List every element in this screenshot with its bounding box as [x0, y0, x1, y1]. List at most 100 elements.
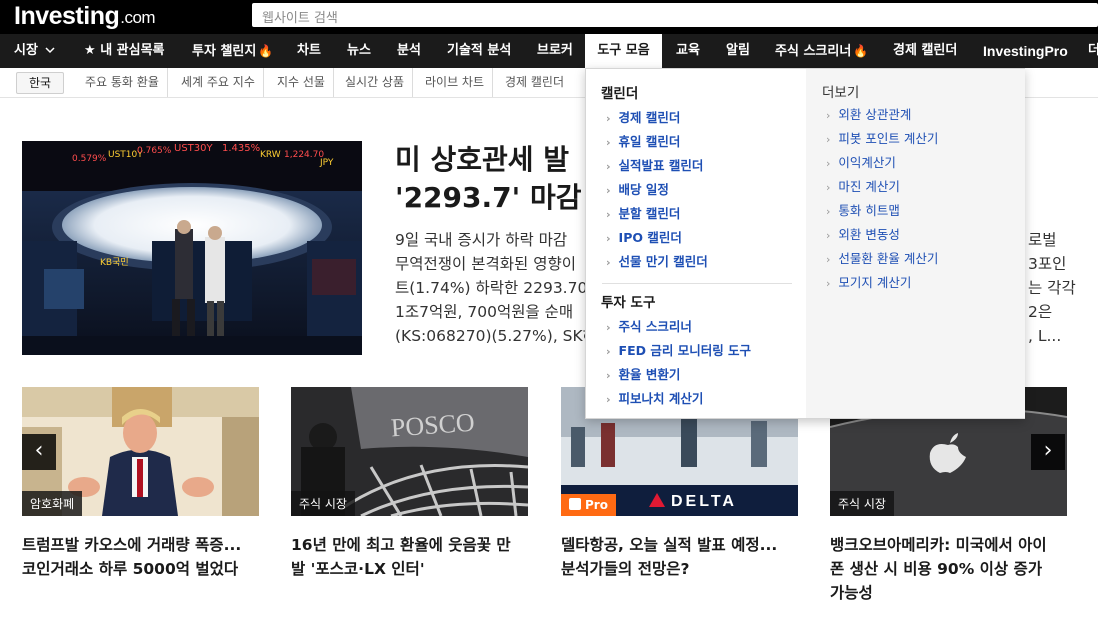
more-link[interactable]: › 외환 변동성	[826, 224, 900, 243]
carousel-prev-button[interactable]: ‹	[22, 434, 56, 470]
subnav-item[interactable]: 경제 캘린더	[497, 68, 572, 97]
card-image[interactable]: POSCO 주식 시장	[291, 387, 528, 516]
chevron-right-icon: ›	[826, 253, 831, 266]
nav-analysis[interactable]: 분석	[397, 34, 421, 68]
chevron-right-icon: ›	[606, 345, 611, 358]
nav-alerts[interactable]: 알림	[726, 34, 750, 68]
chevron-right-icon: ›	[826, 133, 831, 146]
logo-suffix: .com	[120, 8, 156, 27]
more-link-label: 모기지 계산기	[838, 275, 912, 290]
chevron-right-icon: ›	[606, 321, 611, 334]
calendar-link-label: 실적발표 캘린더	[618, 158, 704, 173]
more-link[interactable]: › 선물환 환율 계산기	[826, 248, 938, 267]
more-link-label: 이익계산기	[838, 155, 896, 170]
ticker-text: 1.435%	[222, 143, 260, 154]
card-category-tag[interactable]: 암호화폐	[22, 491, 83, 516]
search-input[interactable]: 웹사이트 검색	[252, 3, 1098, 27]
nav-technical[interactable]: 기술적 분석	[447, 34, 511, 68]
carousel-next-button[interactable]: ›	[1031, 434, 1065, 470]
more-link[interactable]: › 외환 상관관계	[826, 104, 911, 123]
site-logo[interactable]: Investing .com	[14, 0, 156, 32]
ticker-text: 0.579%	[72, 154, 107, 164]
calendar-link[interactable]: › IPO 캘린더	[606, 227, 682, 246]
more-heading: 더보기	[822, 85, 860, 101]
chevron-right-icon: ›	[826, 181, 831, 194]
nav-education[interactable]: 교육	[676, 34, 700, 68]
more-link[interactable]: › 피봇 포인트 계산기	[826, 128, 938, 147]
card-headline-line: 발 '포스코·LX 인터'	[291, 560, 425, 578]
nav-investingpro-label: InvestingPro	[983, 43, 1068, 59]
chevron-right-icon: ›	[606, 393, 611, 406]
pro-badge[interactable]: Pro	[561, 494, 616, 516]
flame-icon: 🔥	[853, 44, 869, 58]
main-nav: 시장 ★ 내 관심목록 투자 챌린지 🔥 차트 뉴스 분석 기술적 분석 브로커 …	[0, 34, 1098, 68]
more-link-label: 피봇 포인트 계산기	[838, 131, 939, 146]
card-headline-line: 16년 만에 최고 환율에 웃음꽃 만	[291, 536, 511, 554]
tool-link[interactable]: › FED 금리 모니터링 도구	[606, 340, 751, 359]
calendar-link[interactable]: › 실적발표 캘린더	[606, 155, 703, 174]
card-category-tag[interactable]: 주식 시장	[291, 491, 355, 516]
hero-summary-fragment: 3포인	[1028, 255, 1067, 273]
nav-watchlist[interactable]: ★ 내 관심목록	[84, 34, 165, 68]
chevron-right-icon: ›	[606, 256, 611, 269]
subnav-item[interactable]: 라이브 차트	[417, 68, 494, 97]
nav-charts[interactable]: 차트	[297, 34, 321, 68]
nav-screener[interactable]: 주식 스크리너 🔥	[775, 34, 868, 68]
more-link[interactable]: › 이익계산기	[826, 152, 896, 171]
subnav-item[interactable]: 세계 주요 지수	[173, 68, 264, 97]
nav-economic-calendar[interactable]: 경제 캘린더	[893, 34, 957, 68]
subnav-item[interactable]: 지수 선물	[269, 68, 334, 97]
subnav-item[interactable]: 실시간 상품	[337, 68, 414, 97]
hero-image[interactable]: 0.579% UST10Y 0.765% UST30Y 1.435% KRW 1…	[22, 141, 362, 355]
calendar-link[interactable]: › 경제 캘린더	[606, 107, 680, 126]
calendar-link[interactable]: › 선물 만기 캘린더	[606, 251, 708, 270]
top-bar: Investing .com 웹사이트 검색	[0, 0, 1098, 34]
more-link[interactable]: › 모기지 계산기	[826, 272, 911, 291]
tool-link[interactable]: › 피보나치 계산기	[606, 388, 703, 407]
star-icon: ★	[84, 43, 96, 58]
card-category-tag[interactable]: 주식 시장	[830, 491, 894, 516]
nav-markets-label: 시장	[14, 43, 38, 58]
chevron-right-icon: ›	[606, 369, 611, 382]
card-headline[interactable]: 뱅크오브아메리카: 미국에서 아이 폰 생산 시 비용 90% 이상 증가 가능…	[830, 533, 1075, 605]
card-image[interactable]: 암호화폐	[22, 387, 259, 516]
card-headline[interactable]: 16년 만에 최고 환율에 웃음꽃 만 발 '포스코·LX 인터'	[291, 533, 541, 581]
tools-dropdown-menu: 캘린더 › 경제 캘린더 › 휴일 캘린더 › 실적발표 캘린더 › 배당 일정 › 분할…	[585, 68, 1025, 419]
tool-link-label: 피보나치 계산기	[618, 391, 704, 406]
chevron-right-icon: ›	[606, 184, 611, 197]
calendar-link[interactable]: › 배당 일정	[606, 179, 669, 198]
region-selector[interactable]: 한국	[16, 72, 65, 94]
tool-link[interactable]: › 주식 스크리너	[606, 316, 692, 335]
nav-challenge[interactable]: 투자 챌린지 🔥	[192, 34, 273, 68]
hero-summary-right: 로벌 3포인 는 각각 2은 , L...	[1028, 228, 1076, 348]
chevron-right-icon: ›	[606, 232, 611, 245]
ticker-text: KRW	[260, 150, 281, 160]
nav-more[interactable]: 더	[1088, 34, 1098, 68]
dropdown-divider	[602, 283, 792, 284]
nav-brokers[interactable]: 브로커	[537, 34, 573, 68]
more-link[interactable]: › 통화 히트맵	[826, 200, 900, 219]
kb-logo-text: KB국민	[100, 257, 129, 268]
ticker-text: 0.765%	[137, 146, 172, 156]
nav-watchlist-label: 내 관심목록	[100, 43, 165, 58]
nav-tools[interactable]: 도구 모음	[585, 34, 662, 68]
nav-investingpro[interactable]: InvestingPro	[983, 34, 1068, 68]
subnav-item[interactable]: 주요 통화 환율	[77, 68, 168, 97]
calendar-link-label: 경제 캘린더	[618, 110, 681, 125]
tool-link-label: FED 금리 모니터링 도구	[618, 343, 752, 358]
flame-icon: 🔥	[258, 44, 274, 58]
nav-news[interactable]: 뉴스	[347, 34, 371, 68]
more-link[interactable]: › 마진 계산기	[826, 176, 900, 195]
card-headline-line: 폰 생산 시 비용 90% 이상 증가	[830, 560, 1043, 578]
nav-markets[interactable]: 시장	[14, 34, 55, 68]
chevron-right-icon: ›	[606, 208, 611, 221]
logo-name: Investing	[14, 1, 120, 30]
calendar-link[interactable]: › 분할 캘린더	[606, 203, 680, 222]
card-headline[interactable]: 델타항공, 오늘 실적 발표 예정... 분석가들의 전망은?	[561, 533, 811, 581]
card-headline[interactable]: 트럼프발 카오스에 거래량 폭증... 코인거래소 하루 5000억 벌었다	[22, 533, 272, 581]
calendar-link[interactable]: › 휴일 캘린더	[606, 131, 680, 150]
calendar-link-label: 선물 만기 캘린더	[618, 254, 708, 269]
tool-link[interactable]: › 환율 변환기	[606, 364, 680, 383]
calendars-heading: 캘린더	[601, 86, 639, 102]
pro-badge-label: Pro	[585, 498, 608, 512]
